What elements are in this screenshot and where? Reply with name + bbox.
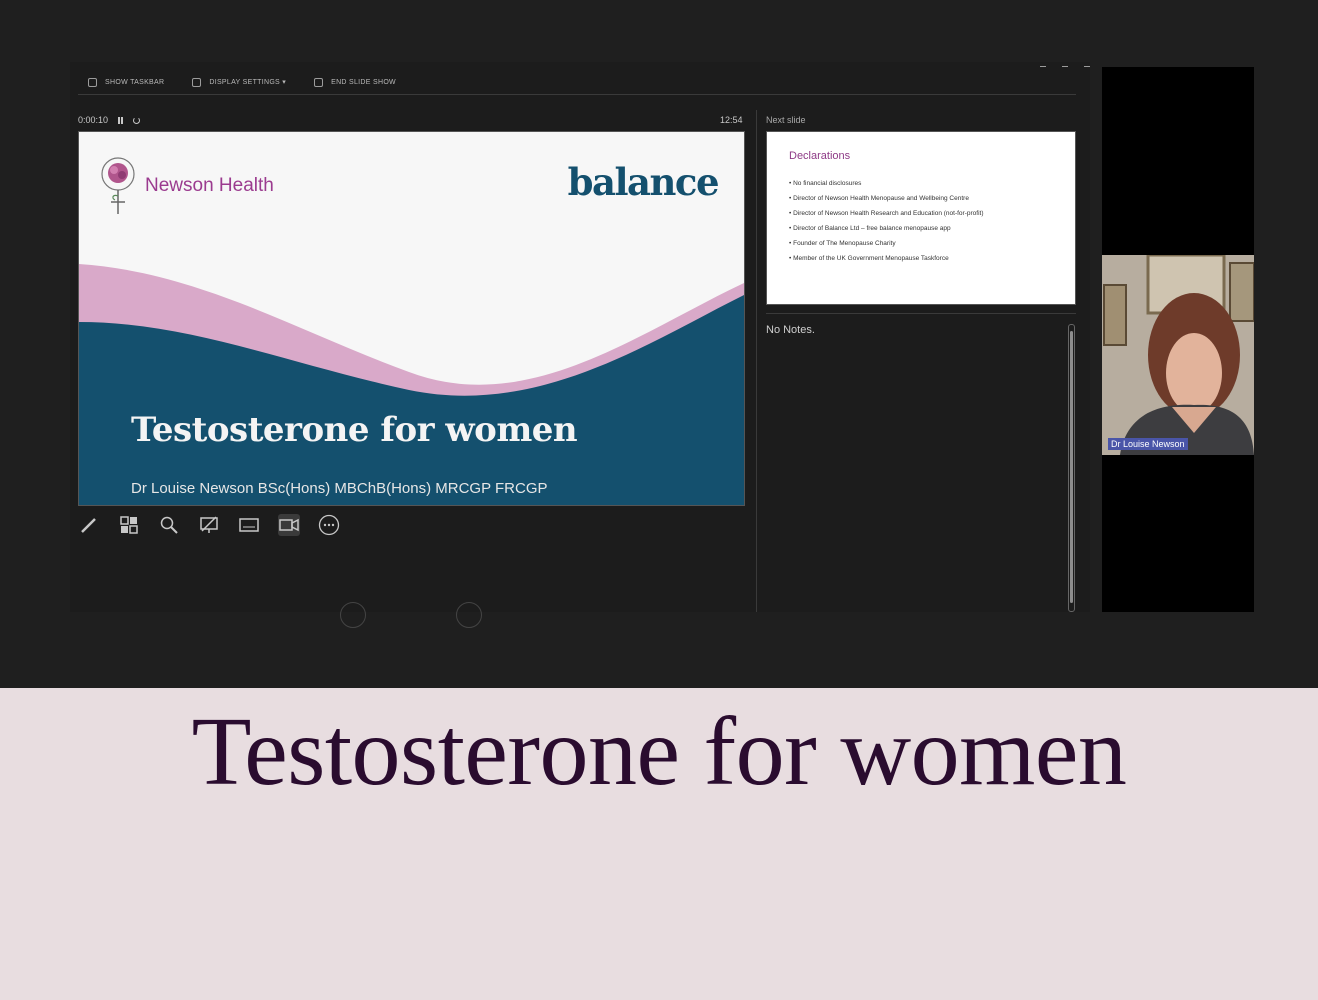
camera-panel: Dr Louise Newson [1102, 67, 1254, 612]
restart-timer-icon[interactable] [133, 116, 141, 124]
next-slide-preview[interactable]: Declarations No financial disclosures Di… [766, 131, 1076, 305]
slide-author: Dr Louise Newson BSc(Hons) MBChB(Hons) M… [131, 480, 548, 497]
video-frame: SHOW TASKBAR DISPLAY SETTINGS ▾ END SLID… [0, 0, 1318, 688]
next-slide-title: Declarations [789, 150, 851, 162]
presenter-toolbar: SHOW TASKBAR DISPLAY SETTINGS ▾ END SLID… [88, 74, 396, 90]
pen-icon [81, 518, 96, 533]
slide-timer: 0:00:10 [78, 115, 141, 125]
balance-logo: balance [567, 160, 720, 204]
pen-tool-button[interactable] [78, 514, 100, 536]
show-taskbar-button[interactable]: SHOW TASKBAR [88, 77, 165, 87]
video-camera-icon [279, 518, 299, 532]
more-icon [318, 514, 340, 536]
list-item: Director of Balance Ltd – free balance m… [789, 221, 1053, 236]
list-item: Director of Newson Health Menopause and … [789, 191, 1053, 206]
clock: 12:54 [720, 115, 743, 125]
black-screen-button[interactable] [198, 514, 220, 536]
show-taskbar-label: SHOW TASKBAR [105, 78, 165, 86]
screen-slash-icon [200, 516, 218, 533]
maximize-icon[interactable] [1062, 66, 1068, 72]
notes-scrollbar[interactable] [1068, 324, 1075, 612]
slide-tools [78, 514, 340, 536]
slide-title: Testosterone for women [131, 410, 578, 450]
toolbar-divider [78, 94, 1076, 95]
presenter-view: SHOW TASKBAR DISPLAY SETTINGS ▾ END SLID… [70, 62, 1090, 628]
elapsed-time: 0:00:10 [78, 115, 109, 125]
rose-icon [101, 157, 135, 214]
camera-toggle-button[interactable] [278, 514, 300, 536]
see-all-slides-button[interactable] [118, 514, 140, 536]
speaker-notes[interactable]: No Notes. [766, 324, 815, 336]
zoom-button[interactable] [158, 514, 180, 536]
declarations-list: No financial disclosures Director of New… [789, 176, 1053, 266]
list-item: No financial disclosures [789, 176, 1053, 191]
next-slide-label: Next slide [766, 115, 806, 125]
list-item: Member of the UK Government Menopause Ta… [789, 251, 1053, 266]
next-slide-button[interactable] [456, 602, 482, 628]
end-slide-show-label: END SLIDE SHOW [331, 78, 396, 86]
display-settings-button[interactable]: DISPLAY SETTINGS ▾ [192, 77, 287, 87]
newson-health-logo: Newson Health [99, 156, 274, 216]
notes-divider[interactable] [766, 313, 1076, 314]
previous-slide-button[interactable] [340, 602, 366, 628]
list-item: Founder of The Menopause Charity [789, 236, 1053, 251]
display-settings-label: DISPLAY SETTINGS ▾ [209, 79, 287, 86]
minimize-icon[interactable] [1040, 66, 1046, 72]
caption-title: Testosterone for women [191, 698, 1127, 806]
subtitles-button[interactable] [238, 514, 260, 536]
current-slide[interactable]: Newson Health balance Testosterone for w… [78, 131, 745, 506]
close-icon[interactable] [1084, 66, 1090, 72]
window-controls [1040, 66, 1090, 72]
speaker-camera-feed: Dr Louise Newson [1102, 255, 1254, 455]
caption-banner: Testosterone for women [0, 688, 1318, 1000]
end-show-icon [314, 77, 324, 87]
speaker-name-tag: Dr Louise Newson [1108, 438, 1188, 450]
display-icon [192, 77, 202, 87]
grid-icon [120, 516, 138, 534]
subtitles-icon [239, 518, 259, 532]
scrollbar-thumb[interactable] [1070, 331, 1073, 603]
magnifier-icon [160, 516, 178, 534]
more-options-button[interactable] [318, 514, 340, 536]
speaker-video-image [1102, 255, 1254, 455]
taskbar-icon [88, 77, 97, 87]
pause-icon[interactable] [118, 116, 124, 124]
list-item: Director of Newson Health Research and E… [789, 206, 1053, 221]
pane-divider[interactable] [756, 110, 757, 612]
org-name: Newson Health [145, 175, 274, 196]
end-slide-show-button[interactable]: END SLIDE SHOW [314, 77, 396, 87]
